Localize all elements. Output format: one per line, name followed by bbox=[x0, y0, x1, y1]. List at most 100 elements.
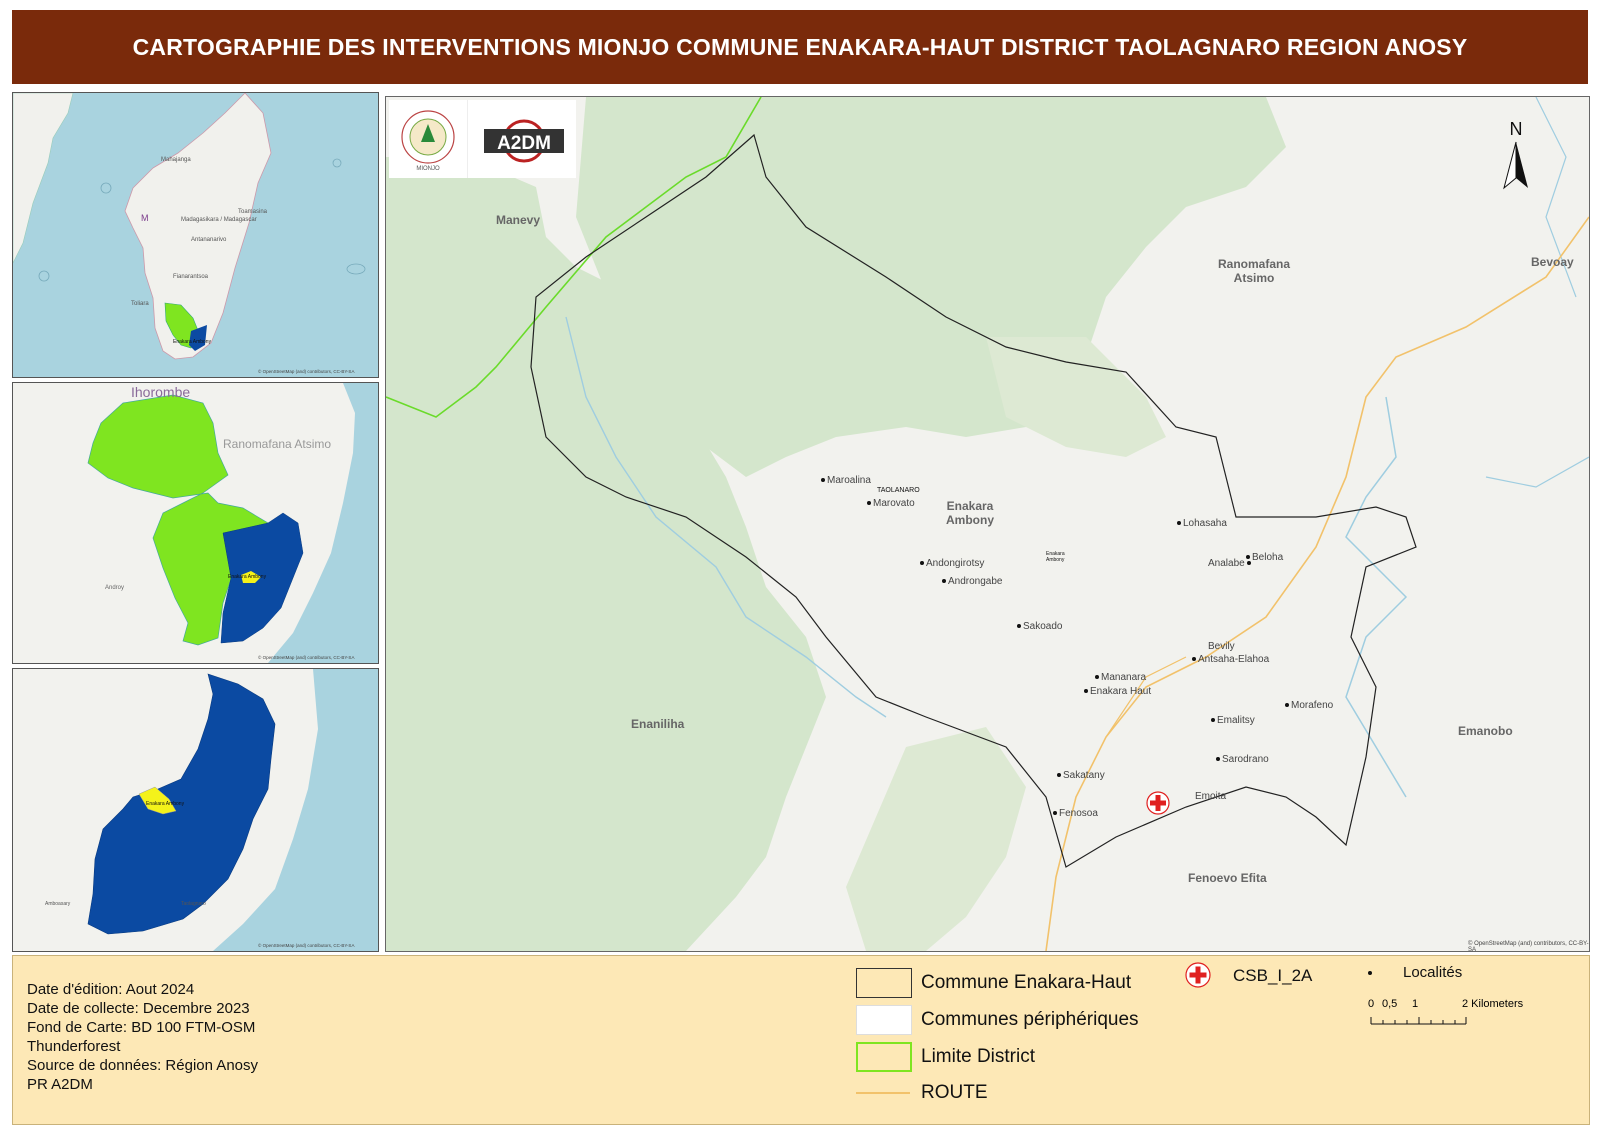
inset2-label-ranomafana: Ranomafana Atsimo bbox=[223, 437, 331, 451]
locality-mananara: Mananara bbox=[1095, 672, 1146, 683]
scale-bar-graphic bbox=[1370, 1017, 1467, 1025]
meta-date-collecte: Date de collecte: Decembre 2023 bbox=[27, 1000, 250, 1017]
locality-bevily: Bevily bbox=[1208, 641, 1235, 652]
map-title: CARTOGRAPHIE DES INTERVENTIONS MIONJO CO… bbox=[132, 33, 1468, 60]
locality-dot-icon bbox=[1285, 703, 1289, 708]
locality-dot-icon bbox=[920, 561, 924, 566]
locality-sarodrano: Sarodrano bbox=[1216, 754, 1269, 765]
mionjo-logo: MIONJO bbox=[389, 100, 468, 178]
north-arrow-icon bbox=[1503, 141, 1528, 190]
place-fenoevo-efita: Fenoevo Efita bbox=[1188, 871, 1267, 885]
locality-dot-icon bbox=[821, 478, 825, 483]
inset2-label-androy: Androy bbox=[105, 585, 124, 591]
scale-tick-2km: 2 Kilometers bbox=[1462, 998, 1524, 1010]
inset2-label-ihorombe: Ihorombe bbox=[131, 384, 190, 400]
legend-localite-dot-icon bbox=[1368, 971, 1372, 975]
inset1-label-mahajanga: Mahajanga bbox=[161, 157, 191, 163]
scale-bar: 0 0,5 1 2 Kilometers bbox=[1368, 996, 1588, 1036]
legend-swatch-route bbox=[856, 1092, 910, 1094]
inset-map-district: Enakara Ambony Amboasary Taolagnaro © Op… bbox=[12, 668, 379, 952]
legend-label-localites: Localités bbox=[1403, 964, 1463, 981]
inset3-label-amboasary: Amboasary bbox=[45, 901, 71, 907]
place-enakara-ambony: Enakara Ambony bbox=[946, 499, 994, 527]
logos-panel: MIONJO A2DM bbox=[389, 100, 576, 178]
a2dm-logo: A2DM bbox=[468, 100, 576, 178]
csb-marker-icon bbox=[1146, 791, 1170, 815]
scale-tick-0: 0 bbox=[1368, 998, 1375, 1010]
locality-dot-icon bbox=[1084, 689, 1088, 694]
main-map-attribution: © OpenStreetMap (and) contributors, CC-B… bbox=[1468, 941, 1589, 952]
scale-tick-1: 1 bbox=[1412, 998, 1419, 1010]
locality-maroalina: Maroalina bbox=[821, 475, 871, 486]
title-bar: CARTOGRAPHIE DES INTERVENTIONS MIONJO CO… bbox=[12, 10, 1588, 84]
locality-sakoado: Sakoado bbox=[1017, 621, 1062, 632]
locality-antsaha-elahoa: Antsaha-Elahoa bbox=[1192, 654, 1269, 665]
meta-pr-a2dm: PR A2DM bbox=[27, 1076, 93, 1093]
locality-fenosoa: Fenosoa bbox=[1053, 808, 1098, 819]
locality-marovato: Marovato bbox=[867, 498, 915, 509]
inset1-label-enakara: Enakara Ambony bbox=[173, 339, 212, 345]
legend-label-csb: CSB_I_2A bbox=[1233, 966, 1313, 985]
north-arrow: N bbox=[1498, 119, 1534, 197]
locality-beloha: Beloha bbox=[1246, 552, 1283, 563]
locality-andongirotsy: Andongirotsy bbox=[920, 558, 984, 569]
place-enakara-small: Enakara Ambony bbox=[1046, 551, 1065, 563]
inset2-label-enakara: Enakara Ambony bbox=[228, 574, 267, 580]
scale-tick-05: 0,5 bbox=[1382, 998, 1398, 1010]
locality-dot-icon bbox=[1017, 624, 1021, 629]
locality-emalitsy: Emalitsy bbox=[1211, 715, 1255, 726]
locality-sakatany: Sakatany bbox=[1057, 770, 1105, 781]
legend-swatch-district bbox=[856, 1042, 912, 1072]
a2dm-logo-text: A2DM bbox=[497, 133, 551, 154]
main-map: MIONJO A2DM N Manevy Ranomafana Atsimo B… bbox=[385, 96, 1590, 952]
legend-label-peripheriques: Communes périphériques bbox=[921, 1009, 1139, 1030]
a2dm-logo-icon: A2DM bbox=[484, 119, 564, 163]
inset1-label-fianarantsoa: Fianarantsoa bbox=[173, 274, 209, 280]
meta-thunderforest: Thunderforest bbox=[27, 1038, 121, 1055]
place-ranomafana: Ranomafana Atsimo bbox=[1218, 257, 1291, 285]
locality-morafeno: Morafeno bbox=[1285, 700, 1333, 711]
legend-label-commune: Commune Enakara-Haut bbox=[921, 972, 1132, 993]
legend-label-district: Limite District bbox=[921, 1046, 1036, 1067]
inset3-label-enakara: Enakara Ambony bbox=[146, 801, 185, 807]
locality-dot-icon bbox=[1177, 521, 1181, 526]
inset3-attribution: © OpenStreetMap (and) contributors, CC-B… bbox=[258, 942, 354, 948]
legend-label-route: ROUTE bbox=[921, 1082, 988, 1103]
inset1-label-toliara: Toliara bbox=[131, 301, 149, 307]
locality-dot-icon bbox=[1216, 757, 1220, 762]
place-taolanaro: TAOLANARO bbox=[877, 487, 920, 494]
mionjo-logo-icon: MIONJO bbox=[401, 110, 455, 172]
place-bevoay: Bevoay bbox=[1531, 255, 1574, 269]
legend-panel: Date d'édition: Aout 2024 Date de collec… bbox=[12, 955, 1590, 1125]
mionjo-logo-text: MIONJO bbox=[416, 166, 440, 172]
locality-dot-icon bbox=[1192, 657, 1196, 662]
locality-dot-icon bbox=[867, 501, 871, 506]
locality-androngabe: Androngabe bbox=[942, 576, 1003, 587]
locality-enakara-haut: Enakara Haut bbox=[1084, 686, 1151, 697]
inset-map-region: Ihorombe Ranomafana Atsimo Androy Enakar… bbox=[12, 382, 379, 664]
inset2-attribution: © OpenStreetMap (and) contributors, CC-B… bbox=[258, 654, 354, 660]
legend-swatch-peripheriques bbox=[856, 1005, 912, 1035]
meta-fond-carte: Fond de Carte: BD 100 FTM-OSM bbox=[27, 1019, 256, 1036]
inset-map-madagascar-svg: Mahajanga Madagasikara / Madagascar M To… bbox=[13, 93, 378, 377]
locality-dot-icon bbox=[942, 579, 946, 584]
meta-source: Source de données: Région Anosy bbox=[27, 1057, 258, 1074]
inset1-label-m: M bbox=[141, 213, 149, 223]
north-arrow-label: N bbox=[1509, 119, 1523, 139]
locality-dot-icon bbox=[1211, 718, 1215, 723]
inset1-label-toamasina: Toamasina bbox=[238, 209, 268, 215]
place-emanobo: Emanobo bbox=[1458, 724, 1513, 738]
legend-swatch-commune bbox=[856, 968, 912, 998]
meta-date-edition: Date d'édition: Aout 2024 bbox=[27, 981, 195, 998]
inset1-label-antananarivo: Antananarivo bbox=[191, 237, 227, 243]
locality-dot-icon bbox=[1057, 773, 1061, 778]
locality-dot-icon bbox=[1246, 555, 1250, 560]
inset3-label-taolagnaro: Taolagnaro bbox=[181, 901, 206, 907]
legend-csb-icon bbox=[1185, 962, 1211, 988]
inset-map-district-svg: Enakara Ambony Amboasary Taolagnaro © Op… bbox=[13, 669, 378, 951]
locality-lohasaha: Lohasaha bbox=[1177, 518, 1227, 529]
inset-map-region-svg: Ihorombe Ranomafana Atsimo Androy Enakar… bbox=[13, 383, 378, 663]
locality-emoita: Emoita bbox=[1195, 791, 1227, 802]
place-enaniliha: Enaniliha bbox=[631, 717, 685, 731]
locality-dot-icon bbox=[1095, 675, 1099, 680]
